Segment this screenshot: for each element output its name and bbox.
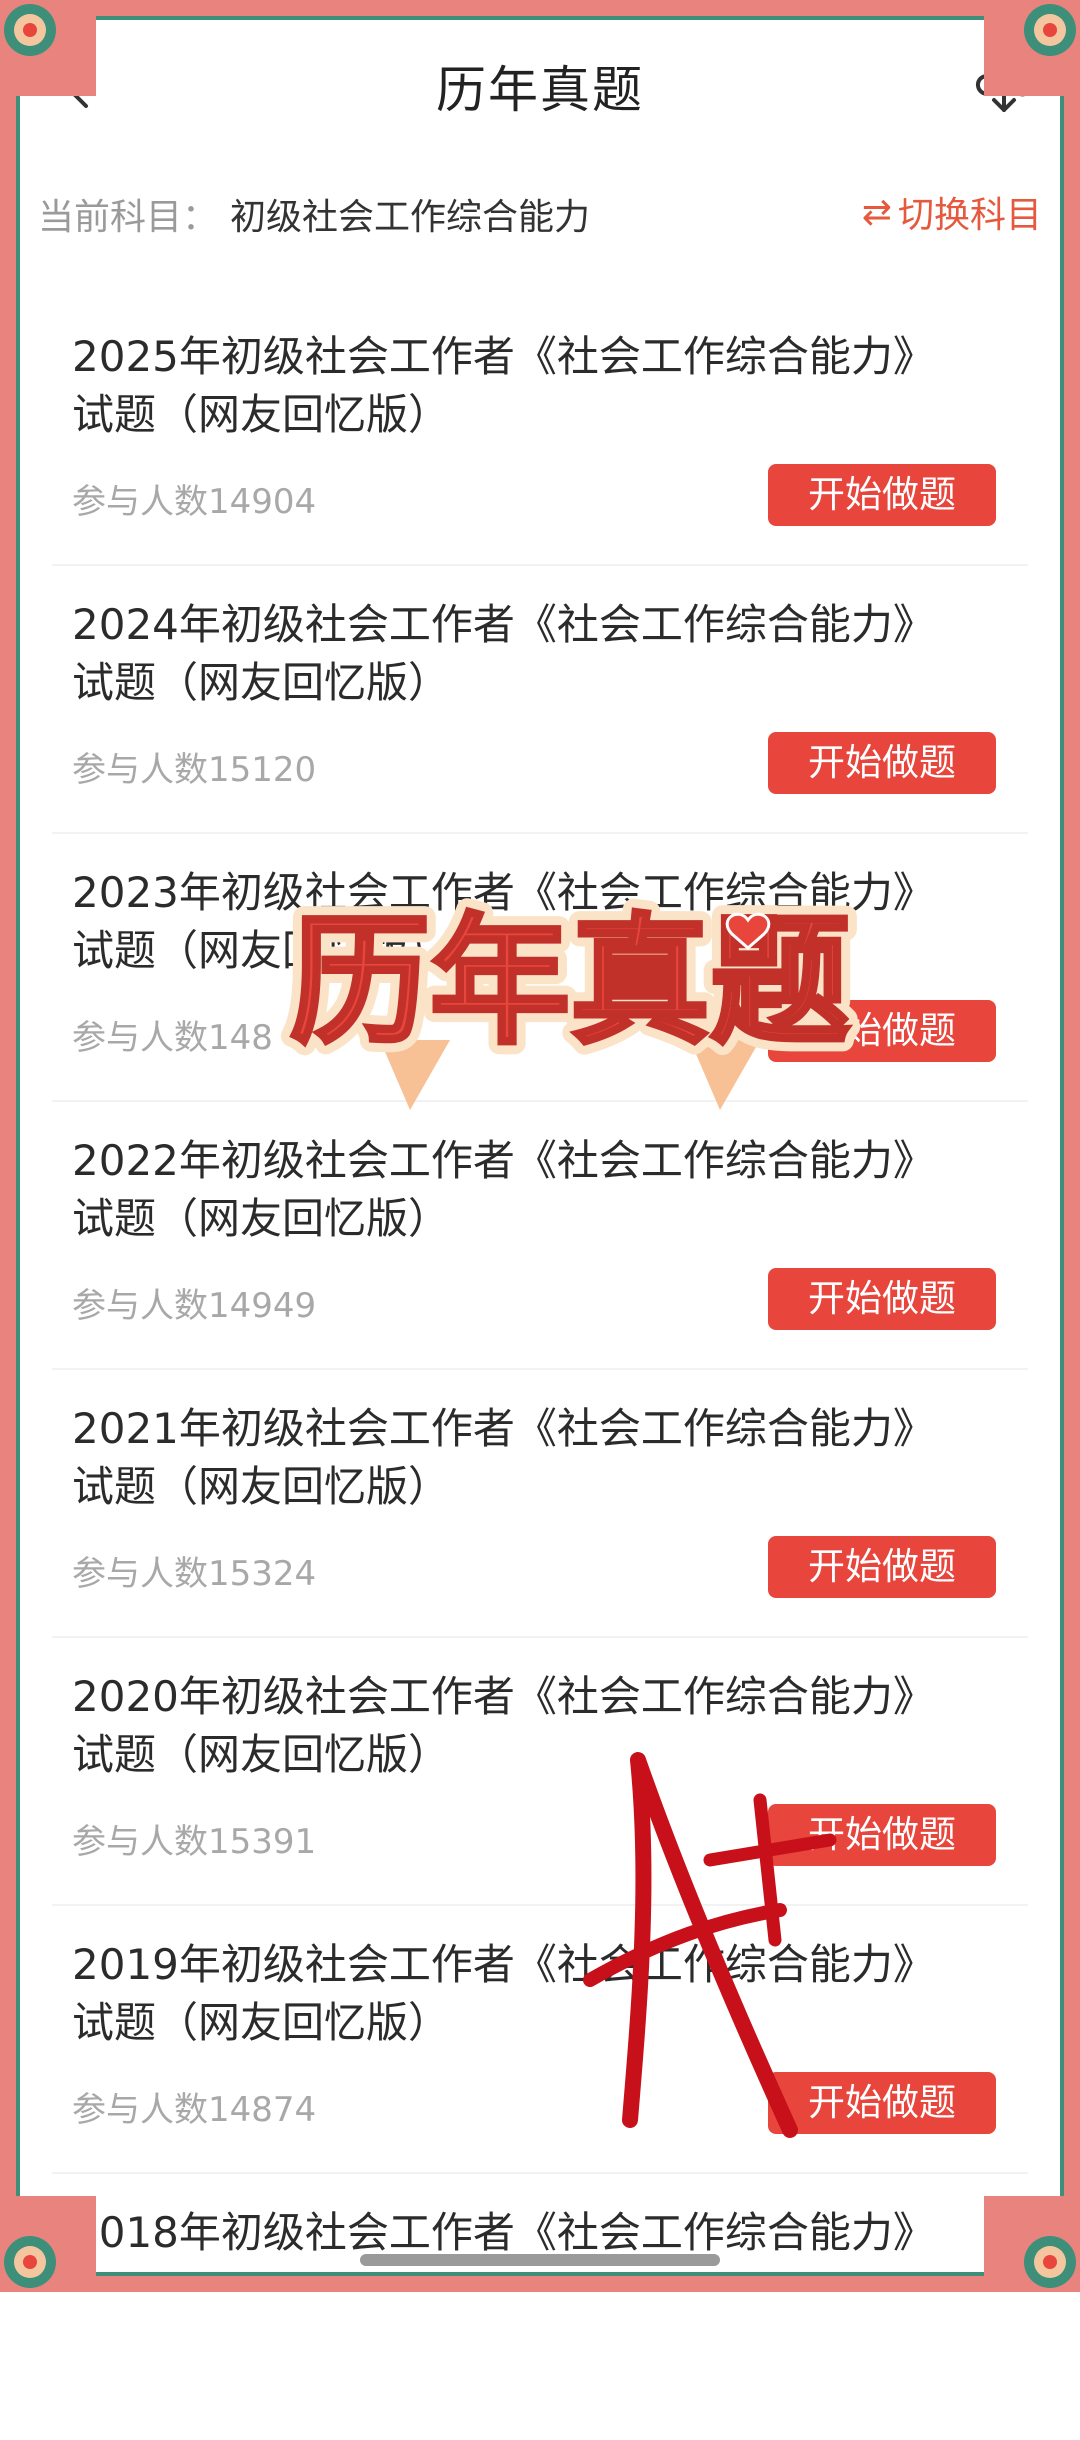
participant-count: 参与人数14874 — [72, 2090, 317, 2130]
participant-count: 参与人数15324 — [72, 1554, 317, 1594]
list-item: 2018年初级社会工作者《社会工作综合能力》 — [52, 2174, 1028, 2440]
list-item: 2019年初级社会工作者《社会工作综合能力》试题（网友回忆版） 参与人数1487… — [52, 1906, 1028, 2174]
corner-ornament-icon — [984, 2196, 1080, 2292]
corner-ornament-icon — [984, 0, 1080, 96]
list-item: 2020年初级社会工作者《社会工作综合能力》试题（网友回忆版） 参与人数1539… — [52, 1638, 1028, 1906]
list-item: 2024年初级社会工作者《社会工作综合能力》试题（网友回忆版） 参与人数1512… — [52, 566, 1028, 834]
list-item: 2025年初级社会工作者《社会工作综合能力》试题（网友回忆版） 参与人数1490… — [52, 298, 1028, 566]
start-exam-button[interactable]: 开始做题 — [768, 732, 996, 794]
exam-title[interactable]: 2022年初级社会工作者《社会工作综合能力》试题（网友回忆版） — [72, 1132, 952, 1248]
swap-arrows-icon: ⇄ — [861, 191, 892, 233]
corner-ornament-icon — [0, 2196, 96, 2292]
exam-title[interactable]: 2021年初级社会工作者《社会工作综合能力》试题（网友回忆版） — [72, 1400, 952, 1516]
participant-count: 参与人数148 — [72, 1018, 273, 1058]
page-title: 历年真题 — [436, 61, 644, 119]
nav-header: 历年真题 — [20, 20, 1060, 154]
handwritten-grade-mark — [583, 1752, 837, 2138]
subject-label: 当前科目： — [38, 197, 219, 238]
list-item: 2021年初级社会工作者《社会工作综合能力》试题（网友回忆版） 参与人数1532… — [52, 1370, 1028, 1638]
subject-name: 初级社会工作综合能力 — [230, 197, 591, 238]
participant-count: 参与人数14949 — [72, 1286, 317, 1326]
switch-subject-button[interactable]: ⇄ 切换科目 — [862, 186, 1042, 238]
start-exam-button[interactable]: 开始做题 — [768, 464, 996, 526]
participant-count: 参与人数14904 — [72, 482, 317, 522]
list-item: 2022年初级社会工作者《社会工作综合能力》试题（网友回忆版） 参与人数1494… — [52, 1102, 1028, 1370]
exam-title[interactable]: 2025年初级社会工作者《社会工作综合能力》试题（网友回忆版） — [72, 328, 952, 444]
participant-count: 参与人数15120 — [72, 750, 317, 790]
exam-list: 2025年初级社会工作者《社会工作综合能力》试题（网友回忆版） 参与人数1490… — [52, 298, 1028, 2440]
home-indicator[interactable] — [360, 2254, 720, 2266]
exam-title[interactable]: 2024年初级社会工作者《社会工作综合能力》试题（网友回忆版） — [72, 596, 952, 712]
corner-ornament-icon — [0, 0, 96, 96]
start-exam-button[interactable]: 开始做题 — [768, 1268, 996, 1330]
start-exam-button[interactable]: 开始做题 — [768, 1536, 996, 1598]
stamp-graphic: 历年真题 历年真题 — [279, 890, 861, 1110]
participant-count: 参与人数15391 — [72, 1822, 317, 1862]
subject-bar: 当前科目： 初级社会工作综合能力 ⇄ 切换科目 — [20, 152, 1060, 270]
switch-subject-label: 切换科目 — [897, 195, 1042, 236]
